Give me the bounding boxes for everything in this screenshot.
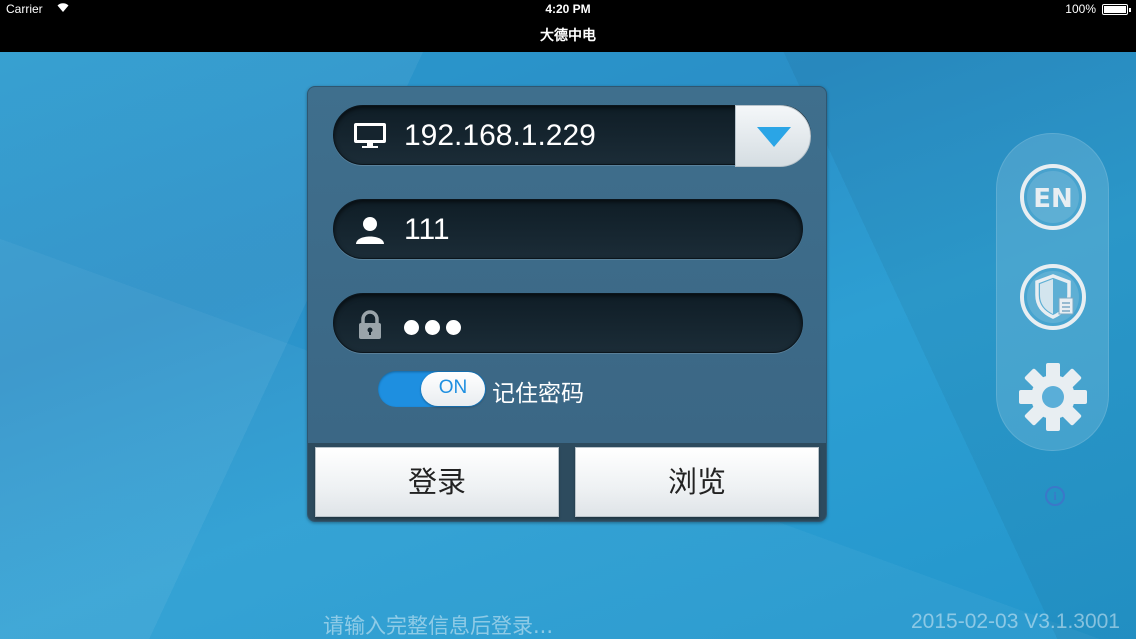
monitor-icon xyxy=(352,122,388,150)
shield-document-icon xyxy=(1020,264,1086,330)
login-button[interactable]: 登录 xyxy=(315,447,559,517)
remember-password-toggle[interactable]: ON xyxy=(378,371,486,407)
user-icon xyxy=(352,216,388,244)
server-ip-value: 192.168.1.229 xyxy=(404,119,596,152)
password-mask xyxy=(404,320,467,339)
toggle-state-label: ON xyxy=(438,377,468,398)
username-field[interactable]: 111 xyxy=(333,199,803,259)
clock: 4:20 PM xyxy=(545,2,591,16)
language-label: EN xyxy=(1033,184,1073,214)
toggle-knob: ON xyxy=(421,372,485,406)
server-dropdown-button[interactable] xyxy=(735,105,811,167)
battery-icon xyxy=(1102,4,1131,15)
browse-button[interactable]: 浏览 xyxy=(575,447,819,517)
info-icon[interactable]: i xyxy=(1045,486,1065,506)
side-panel: EN xyxy=(996,133,1109,451)
remember-password-label: 记住密码 xyxy=(492,381,584,407)
settings-button[interactable] xyxy=(1007,362,1099,432)
username-value: 111 xyxy=(404,213,450,246)
lock-icon xyxy=(352,310,388,339)
battery-percent: 100% xyxy=(1065,2,1096,16)
version-label: 2015-02-03 V3.1.3001 xyxy=(910,610,1120,633)
password-field[interactable] xyxy=(333,293,803,353)
gear-icon xyxy=(1019,363,1087,431)
language-button[interactable]: EN xyxy=(1007,162,1099,232)
triangle-down-icon xyxy=(757,127,791,147)
login-panel: 192.168.1.229 111 ON 记住密码 登录 浏览 xyxy=(307,86,827,522)
security-button[interactable] xyxy=(1007,262,1099,332)
button-row: 登录 浏览 xyxy=(308,443,826,521)
status-hint: 请输入完整信息后登录... xyxy=(323,614,554,638)
status-bar: Carrier 4:20 PM 100% 大德中电 xyxy=(0,0,1136,52)
page-title: 大德中电 xyxy=(540,28,596,44)
server-ip-field[interactable]: 192.168.1.229 xyxy=(333,105,811,167)
